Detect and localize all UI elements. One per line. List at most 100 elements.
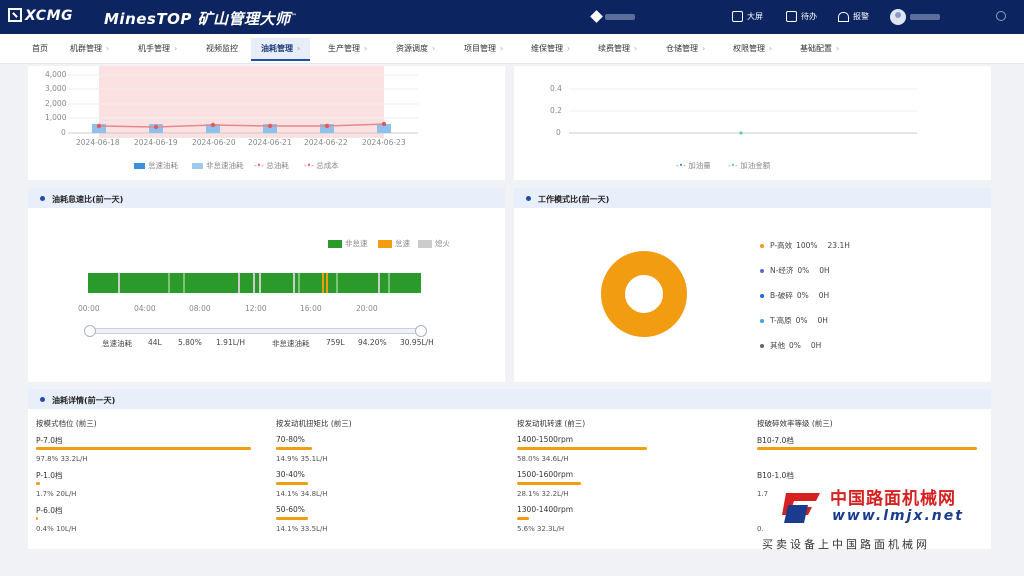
screen-icon	[732, 11, 743, 22]
mode-legend-item[interactable]: N-经济 0% 0H	[760, 265, 830, 276]
org-selector[interactable]	[590, 10, 635, 23]
nav-project[interactable]: 项目管理 ›	[464, 43, 503, 54]
legend-refuel-amount[interactable]: -•- 加油量	[676, 160, 711, 171]
timeline-segment	[183, 273, 185, 293]
nav-label: 项目管理	[464, 44, 496, 53]
todo-button[interactable]: 待办	[786, 11, 817, 22]
nonidle-fuel-pct: 94.20%	[358, 338, 387, 347]
legend-label: 怠速油耗	[148, 161, 178, 170]
detail-item-name: 30-40%	[276, 470, 305, 479]
mode-legend-item[interactable]: T-高原 0% 0H	[760, 315, 828, 326]
timeline-segment	[259, 273, 261, 293]
legend-nonidle-fuel[interactable]: 非怠速油耗	[192, 160, 244, 171]
mode-pct: 100%	[796, 241, 818, 250]
fuel-trend-panel: 4,000 3,000 2,000 1,000 0 2024-06-18 202…	[28, 66, 505, 180]
legend-refuel-cost[interactable]: -•- 加油金额	[728, 160, 770, 171]
legend-swatch	[328, 240, 342, 248]
chevron-right-icon: ›	[836, 44, 840, 53]
cost-point	[381, 121, 387, 127]
time-range-slider[interactable]	[84, 325, 427, 337]
nav-video[interactable]: 视频监控	[206, 43, 238, 54]
nav-operator[interactable]: 机手管理 ›	[138, 43, 177, 54]
detail-column: 按发动机扭矩比 (前三) 70-80% 14.9% 35.1L/H 30-40% 14.…	[276, 418, 506, 540]
mode-name: N-经济	[770, 266, 794, 275]
cost-point	[153, 124, 159, 130]
brand-mark-icon	[8, 8, 22, 22]
slider-handle-end[interactable]	[415, 325, 427, 337]
chevron-right-icon: ›	[432, 44, 436, 53]
time-tick: 16:00	[300, 304, 322, 313]
chevron-right-icon: ›	[634, 44, 638, 53]
detail-item-bar	[517, 517, 529, 520]
nav-fleet[interactable]: 机群管理 ›	[70, 43, 109, 54]
detail-item: B10-7.0档	[757, 435, 987, 467]
power-button[interactable]	[996, 11, 1006, 21]
legend-label: 加油量	[688, 161, 711, 170]
detail-item-bar	[276, 482, 308, 485]
legend-dot-icon	[760, 269, 764, 273]
timeline-segment	[298, 273, 300, 293]
legend-dot-icon	[760, 244, 764, 248]
detail-item-bar	[517, 447, 647, 450]
nav-fuel[interactable]: 油耗管理 ›	[251, 38, 311, 61]
nav-maintenance[interactable]: 维保管理 ›	[531, 43, 570, 54]
work-mode-donut	[601, 251, 687, 337]
legend-total-fuel[interactable]: -•- 总油耗	[254, 160, 289, 171]
legend-idle-fuel[interactable]: 怠速油耗	[134, 160, 178, 171]
big-screen-label: 大屏	[747, 12, 763, 21]
todo-icon	[786, 11, 797, 22]
x-tick: 2024-06-21	[248, 138, 292, 147]
org-name-blurred	[605, 13, 635, 20]
legend-total-cost[interactable]: -•- 总成本	[304, 160, 339, 171]
detail-item-value	[757, 455, 987, 467]
x-tick: 2024-06-18	[76, 138, 120, 147]
mode-legend-item[interactable]: 其他 0% 0H	[760, 340, 821, 351]
y-tick: 3,000	[45, 84, 67, 93]
user-avatar	[890, 9, 906, 25]
mode-legend-item[interactable]: B-破碎 0% 0H	[760, 290, 829, 301]
detail-item: 1500-1600rpm 28.1% 32.2L/H	[517, 470, 747, 502]
detail-item-bar	[276, 517, 308, 520]
mode-hours: 0H	[818, 291, 830, 300]
alarm-button[interactable]: 报警	[838, 11, 869, 22]
legend-swatch	[418, 240, 432, 248]
big-screen-button[interactable]: 大屏	[732, 11, 763, 22]
legend-nonidle[interactable]: 非怠速	[328, 238, 368, 249]
chevron-right-icon: ›	[174, 44, 178, 53]
mode-legend-item[interactable]: P-高效 100% 23.1H	[760, 240, 850, 251]
legend-off[interactable]: 熄火	[418, 238, 450, 249]
nav-renewal[interactable]: 续费管理 ›	[598, 43, 637, 54]
detail-item-name: P-6.0档	[36, 506, 63, 515]
nav-config[interactable]: 基础配置 ›	[800, 43, 839, 54]
timeline-segment	[378, 273, 380, 293]
detail-item-value: 1.7% 20L/H	[36, 490, 77, 498]
mode-hours: 23.1H	[827, 241, 850, 250]
mode-pct: 0%	[796, 291, 809, 300]
nav-label: 维保管理	[531, 44, 563, 53]
slider-handle-start[interactable]	[84, 325, 96, 337]
detail-item: P-1.0档 1.7% 20L/H	[36, 470, 266, 502]
x-tick: 2024-06-23	[362, 138, 406, 147]
nav-permission[interactable]: 权限管理 ›	[733, 43, 772, 54]
detail-column-title: 按破碎效率等级 (前三)	[757, 419, 833, 428]
main-nav: 首页 机群管理 › 机手管理 › 视频监控 油耗管理 › 生产管理 › 资源调度 › 项目…	[0, 34, 1024, 64]
legend-idle[interactable]: 怠速	[378, 238, 410, 249]
nav-label: 机群管理	[70, 44, 102, 53]
alarm-label: 报警	[853, 12, 869, 21]
legend-dot-icon	[760, 294, 764, 298]
nav-label: 视频监控	[206, 44, 238, 53]
detail-column: 按发动机转速 (前三) 1400-1500rpm 58.0% 34.6L/H 1500…	[517, 418, 747, 540]
y-tick: 0	[61, 128, 66, 137]
watermark-logo	[782, 485, 824, 525]
detail-item-name: 70-80%	[276, 435, 305, 444]
data-point	[739, 131, 743, 135]
nav-dispatch[interactable]: 资源调度 ›	[396, 43, 435, 54]
time-tick: 20:00	[356, 304, 378, 313]
nav-storage[interactable]: 仓储管理 ›	[666, 43, 705, 54]
user-menu[interactable]	[890, 9, 940, 25]
nav-production[interactable]: 生产管理 ›	[328, 43, 367, 54]
nav-home[interactable]: 首页	[32, 43, 48, 54]
detail-item: 70-80% 14.9% 35.1L/H	[276, 435, 506, 467]
mode-pct: 0%	[789, 341, 801, 350]
detail-column-title: 按模式档位 (前三)	[36, 419, 97, 428]
